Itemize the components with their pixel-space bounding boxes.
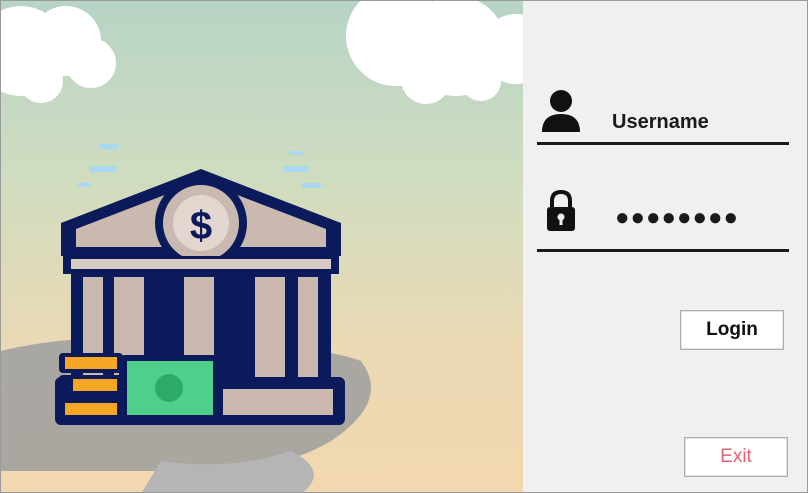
cloud-right	[346, 1, 523, 104]
username-underline	[537, 142, 789, 145]
exit-button[interactable]: Exit	[684, 437, 788, 477]
bank-illustration: $	[1, 1, 523, 492]
dollar-sign: $	[190, 204, 212, 248]
bank-scene: $	[1, 1, 523, 492]
money-bill	[119, 355, 219, 421]
login-button[interactable]: Login	[680, 310, 784, 350]
cloud-left	[1, 6, 116, 103]
username-field[interactable]: Username	[612, 111, 709, 134]
user-icon	[542, 90, 580, 132]
bank-building-icon: $	[55, 169, 345, 425]
password-field[interactable]: ●●●●●●●●	[615, 204, 739, 232]
login-panel: Username ●●●●●●●● Login Exit	[523, 1, 807, 492]
password-underline	[537, 249, 789, 252]
login-window: $ Username ●●●●●●●● Login Exit	[0, 0, 808, 493]
lock-icon	[547, 190, 575, 231]
coin-stack	[59, 353, 123, 421]
